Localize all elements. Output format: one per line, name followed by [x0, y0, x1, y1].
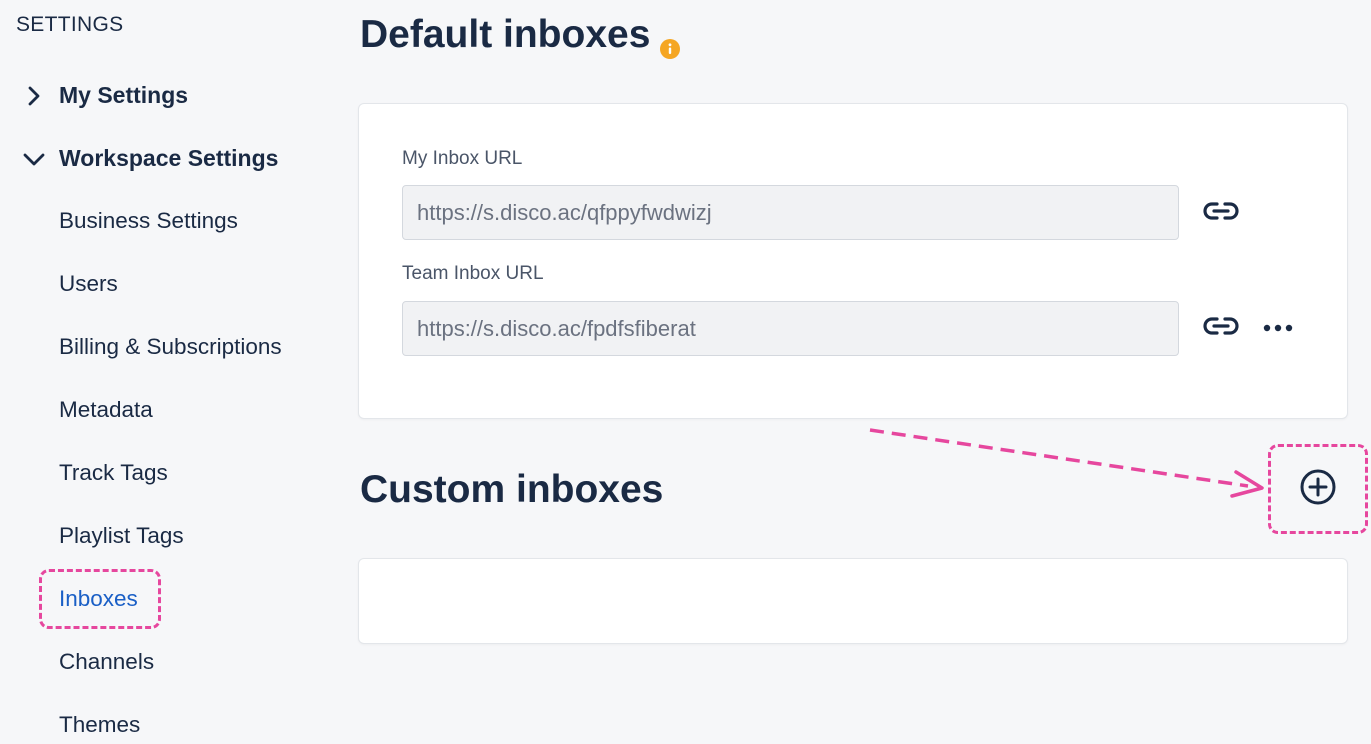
team-inbox-more-button[interactable]: [1258, 308, 1298, 348]
sidebar-item-billing-subscriptions[interactable]: Billing & Subscriptions: [59, 334, 282, 360]
sidebar-item-business-settings[interactable]: Business Settings: [59, 208, 238, 234]
custom-inboxes-card: [358, 558, 1348, 644]
link-icon: [1202, 315, 1240, 342]
copy-team-inbox-link-button[interactable]: [1201, 308, 1241, 348]
sidebar-heading: SETTINGS: [16, 13, 124, 36]
sidebar-item-track-tags[interactable]: Track Tags: [59, 460, 168, 486]
default-inboxes-title-text: Default inboxes: [360, 13, 651, 56]
sidebar-item-metadata[interactable]: Metadata: [59, 397, 153, 423]
more-horizontal-icon: [1263, 319, 1293, 337]
sidebar-section-my-settings[interactable]: My Settings: [22, 82, 188, 109]
chevron-down-icon: [22, 147, 46, 171]
sidebar-item-playlist-tags[interactable]: Playlist Tags: [59, 523, 184, 549]
inboxes-highlight-annotation: [39, 569, 161, 629]
my-inbox-url-label: My Inbox URL: [402, 148, 523, 169]
custom-inboxes-title: Custom inboxes: [360, 468, 663, 512]
default-inboxes-card: My Inbox URL Team Inbox URL: [358, 103, 1348, 419]
default-inboxes-title: Default inboxes: [360, 13, 681, 59]
sidebar-item-channels[interactable]: Channels: [59, 649, 154, 675]
sidebar-section-label: My Settings: [59, 82, 189, 108]
custom-inboxes-title-text: Custom inboxes: [360, 468, 664, 511]
info-icon[interactable]: [660, 25, 681, 59]
copy-my-inbox-link-button[interactable]: [1201, 193, 1241, 233]
sidebar-item-themes[interactable]: Themes: [59, 712, 140, 738]
sidebar-section-label: Workspace Settings: [59, 145, 279, 171]
my-inbox-url-field[interactable]: [402, 185, 1179, 240]
link-icon: [1202, 200, 1240, 227]
team-inbox-url-field[interactable]: [402, 301, 1179, 356]
settings-sidebar: SETTINGS My Settings Workspace Settings …: [0, 0, 340, 744]
sidebar-item-users[interactable]: Users: [59, 271, 118, 297]
sidebar-section-workspace-settings[interactable]: Workspace Settings: [22, 145, 278, 172]
chevron-right-icon: [22, 84, 46, 108]
add-button-highlight-annotation: [1268, 444, 1368, 534]
team-inbox-url-label: Team Inbox URL: [402, 263, 544, 284]
